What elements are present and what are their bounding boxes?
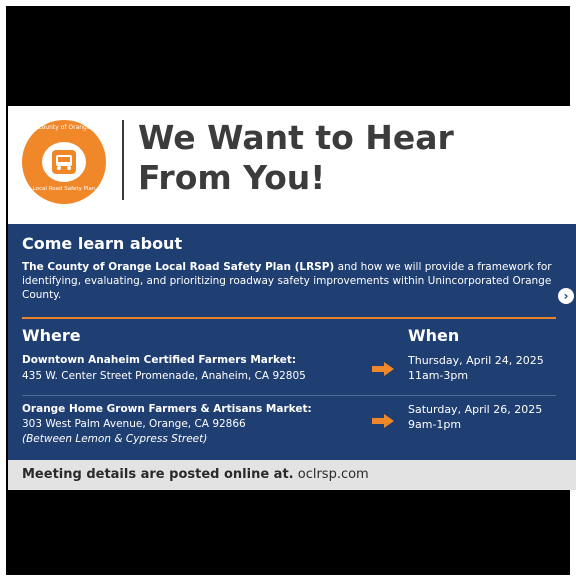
event-1-name: Downtown Anaheim Certified Farmers Marke… bbox=[22, 354, 297, 366]
flyer-card: County of Orange Local Road Safety Plan … bbox=[8, 106, 576, 490]
when-header: When bbox=[408, 326, 460, 345]
event-2-date: Saturday, April 26, 2025 bbox=[408, 403, 543, 416]
intro-bold-lead: The County of Orange Local Road Safety P… bbox=[22, 261, 335, 273]
flyer-header: County of Orange Local Road Safety Plan … bbox=[8, 106, 576, 224]
event-2-name: Orange Home Grown Farmers & Artisans Mar… bbox=[22, 403, 312, 415]
footer-lead: Meeting details are posted online at. bbox=[22, 467, 294, 482]
arrow-right-icon bbox=[372, 362, 394, 376]
orange-divider bbox=[22, 317, 556, 319]
event-2-note: (Between Lemon & Cypress Street) bbox=[22, 433, 208, 445]
arrow-right-icon bbox=[372, 414, 394, 428]
info-panel: Come learn about The County of Orange Lo… bbox=[8, 224, 576, 460]
page-title: We Want to Hear From You! bbox=[138, 118, 558, 198]
event-2-time: 9am-1pm bbox=[408, 418, 462, 431]
logo-ring-bottom-text: Local Road Safety Plan bbox=[32, 186, 96, 192]
headline-line-2: From You! bbox=[138, 158, 326, 197]
county-logo: County of Orange Local Road Safety Plan bbox=[22, 120, 106, 204]
road-safety-icon bbox=[52, 150, 76, 174]
come-learn-heading: Come learn about bbox=[22, 234, 183, 253]
header-divider bbox=[122, 120, 124, 200]
headline-line-1: We Want to Hear bbox=[138, 118, 454, 157]
event-1-address: 435 W. Center Street Promenade, Anaheim,… bbox=[22, 370, 306, 382]
event-1-time: 11am-3pm bbox=[408, 369, 469, 382]
row-divider bbox=[22, 395, 556, 396]
footer-url-link[interactable]: oclrsp.com bbox=[294, 467, 369, 482]
chevron-right-icon[interactable]: › bbox=[558, 288, 574, 304]
intro-paragraph: The County of Orange Local Road Safety P… bbox=[22, 260, 558, 302]
footer-text: Meeting details are posted online at. oc… bbox=[22, 467, 369, 482]
event-1-date: Thursday, April 24, 2025 bbox=[408, 354, 544, 367]
where-header: Where bbox=[22, 326, 81, 345]
logo-ring-top-text: County of Orange bbox=[37, 124, 91, 131]
event-2-address: 303 West Palm Avenue, Orange, CA 92866 bbox=[22, 418, 246, 430]
footer-bar: Meeting details are posted online at. oc… bbox=[8, 460, 576, 490]
